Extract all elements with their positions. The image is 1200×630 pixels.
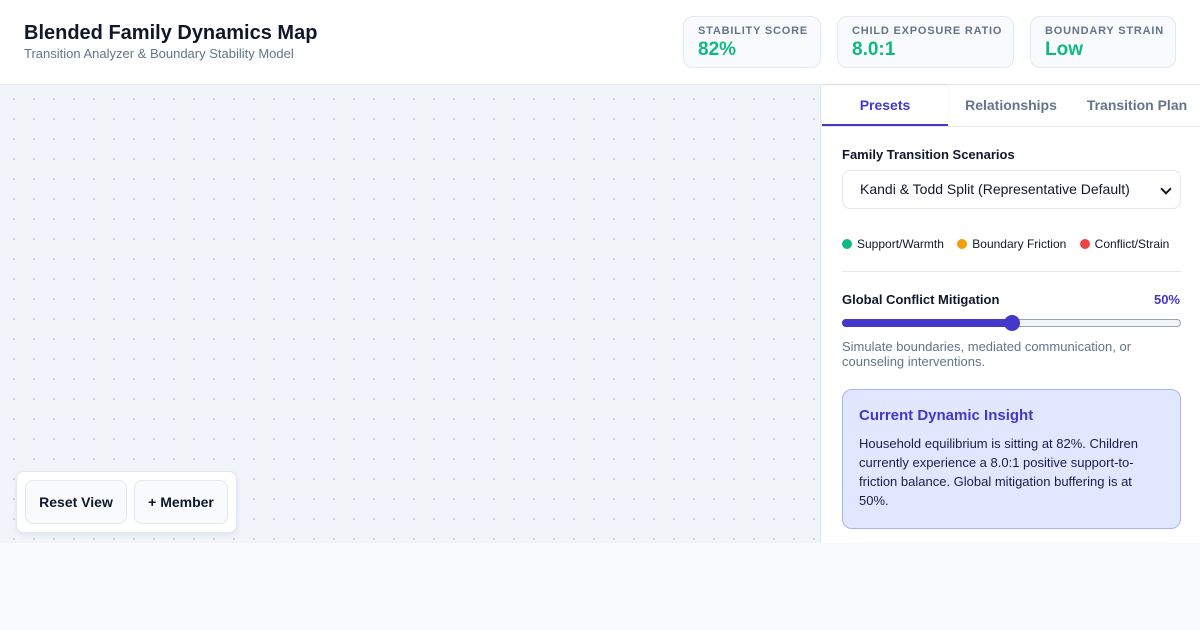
canvas-controls: Reset View + Member — [16, 471, 237, 533]
child-exposure-ratio-value: 8.0:1 — [852, 39, 896, 60]
mitigation-label: Global Conflict Mitigation — [842, 292, 1000, 307]
legend-item-conflict: Conflict/Strain — [1079, 237, 1170, 251]
boundary-strain-label: BOUNDARY STRAIN — [1045, 25, 1164, 37]
reset-view-button[interactable]: Reset View — [25, 480, 127, 524]
boundary-strain-card: BOUNDARY STRAIN Low — [1030, 16, 1176, 68]
stability-score-label: STABILITY SCORE — [698, 25, 808, 37]
mitigation-value: 50% — [1153, 292, 1180, 307]
friction-dot-icon — [957, 239, 968, 249]
legend-item-support: Support/Warmth — [842, 237, 944, 251]
tab-transition-plan[interactable]: Transition Plan — [1074, 85, 1200, 126]
legend-label-conflict: Conflict/Strain — [1094, 237, 1170, 251]
legend-item-friction: Boundary Friction — [957, 237, 1066, 251]
panel-tabs: Presets Relationships Transition Plan — [821, 85, 1200, 127]
insight-title: Current Dynamic Insight — [859, 407, 1034, 424]
relationship-legend: Support/Warmth Boundary Friction Conflic… — [842, 237, 1179, 251]
scenario-select-value: Kandi & Todd Split (Representative Defau… — [860, 181, 1130, 197]
support-dot-icon — [842, 239, 852, 249]
stability-score-card: STABILITY SCORE 82% — [683, 16, 821, 68]
stability-score-value: 82% — [698, 39, 737, 60]
add-member-button[interactable]: + Member — [134, 480, 228, 524]
family-map-canvas[interactable]: Reset View + Member — [0, 85, 820, 543]
insight-card: Current Dynamic Insight Household equili… — [842, 389, 1181, 529]
legend-label-support: Support/Warmth — [857, 237, 944, 251]
side-panel: Presets Relationships Transition Plan Fa… — [820, 85, 1200, 543]
legend-label-friction: Boundary Friction — [972, 237, 1067, 251]
conflict-dot-icon — [1079, 239, 1090, 249]
tab-relationships[interactable]: Relationships — [948, 85, 1074, 126]
section-divider — [842, 271, 1181, 272]
boundary-strain-value: Low — [1045, 39, 1083, 60]
slider-thumb[interactable] — [1004, 315, 1020, 331]
scenario-select[interactable]: Kandi & Todd Split (Representative Defau… — [842, 170, 1181, 209]
scenarios-label: Family Transition Scenarios — [842, 147, 1015, 162]
child-exposure-ratio-card: CHILD EXPOSURE RATIO 8.0:1 — [837, 16, 1014, 68]
app-header: Blended Family Dynamics Map Transition A… — [0, 0, 1200, 85]
mitigation-slider[interactable] — [842, 315, 1181, 331]
tab-presets[interactable]: Presets — [822, 85, 948, 126]
insight-body: Household equilibrium is sitting at 82%.… — [859, 436, 1138, 508]
chevron-down-icon — [1160, 183, 1172, 195]
child-exposure-ratio-label: CHILD EXPOSURE RATIO — [852, 25, 1003, 37]
page-title: Blended Family Dynamics Map — [24, 22, 318, 44]
slider-fill — [842, 319, 1012, 327]
mitigation-note: Simulate boundaries, mediated communicat… — [842, 339, 1132, 369]
page-subtitle: Transition Analyzer & Boundary Stability… — [24, 46, 294, 61]
